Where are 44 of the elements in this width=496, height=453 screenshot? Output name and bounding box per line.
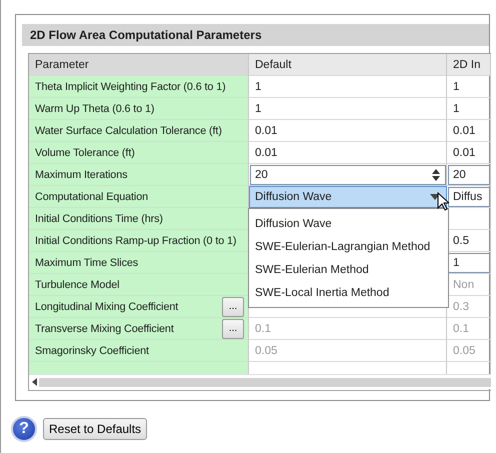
ellipsis-button[interactable]: ... <box>222 318 244 338</box>
parameter-label: Water Surface Calculation Tolerance (ft) <box>35 124 222 136</box>
value-field[interactable]: 1 <box>447 252 491 274</box>
parameter-label: Theta Implicit Weighting Factor (0.6 to 1) <box>35 80 226 92</box>
value-field[interactable]: 20 <box>447 164 491 186</box>
cell-value: 0.01 <box>255 124 278 136</box>
ellipsis-button[interactable]: ... <box>222 296 244 316</box>
cell-value: 1 <box>255 80 262 92</box>
cell-value: 0.5 <box>453 234 469 246</box>
column-header: 2D In <box>447 54 491 76</box>
parameter-label: Longitudinal Mixing Coefficient <box>35 300 178 312</box>
parameter-label: Transverse Mixing Coefficient <box>35 322 174 334</box>
dropdown-option[interactable]: SWE-Eulerian-Lagrangian Method <box>249 236 448 259</box>
dropdown-option[interactable]: SWE-Local Inertia Method <box>249 282 448 305</box>
parameter-label: Computational Equation <box>35 190 148 202</box>
cell-value: 0.3 <box>453 300 469 312</box>
column-header: Default <box>249 54 447 76</box>
cell-value: 1 <box>453 80 460 92</box>
parameter-label: Warm Up Theta (0.6 to 1) <box>35 102 154 114</box>
cell-value: 0.01 <box>255 146 278 158</box>
help-icon[interactable]: ? <box>11 416 37 442</box>
parameter-label: Initial Conditions Time (hrs) <box>35 212 163 224</box>
spin-field[interactable]: 20 <box>249 164 447 186</box>
cell-value: Non <box>453 278 474 290</box>
cell-value: 0.05 <box>453 344 476 356</box>
parameter-label: Turbulence Model <box>35 278 120 290</box>
cell-value: 0.1 <box>255 322 271 334</box>
dropdown-option[interactable]: Diffusion Wave <box>249 213 448 236</box>
cell-value: 0.01 <box>453 124 476 136</box>
parameter-label: Initial Conditions Ramp-up Fraction (0 to 1) <box>35 234 236 246</box>
value-field[interactable]: Diffus <box>447 186 491 208</box>
dropdown-option[interactable]: SWE-Eulerian Method <box>249 259 448 282</box>
parameter-label: Maximum Time Slices <box>35 256 138 268</box>
cell-value: 0.1 <box>453 322 469 334</box>
panel-title: 2D Flow Area Computational Parameters <box>22 24 489 46</box>
column-header: Parameter <box>29 54 249 76</box>
cell-value: 1 <box>453 102 460 114</box>
parameter-label: Smagorinsky Coefficient <box>35 344 149 356</box>
reset-button[interactable]: Reset to Defaults <box>43 418 148 440</box>
cell-value: 1 <box>255 102 262 114</box>
parameter-label: Maximum Iterations <box>35 168 128 180</box>
cell-value: 0.01 <box>453 146 476 158</box>
cell-value: 0.05 <box>255 344 278 356</box>
parameter-label: Volume Tolerance (ft) <box>35 146 135 158</box>
